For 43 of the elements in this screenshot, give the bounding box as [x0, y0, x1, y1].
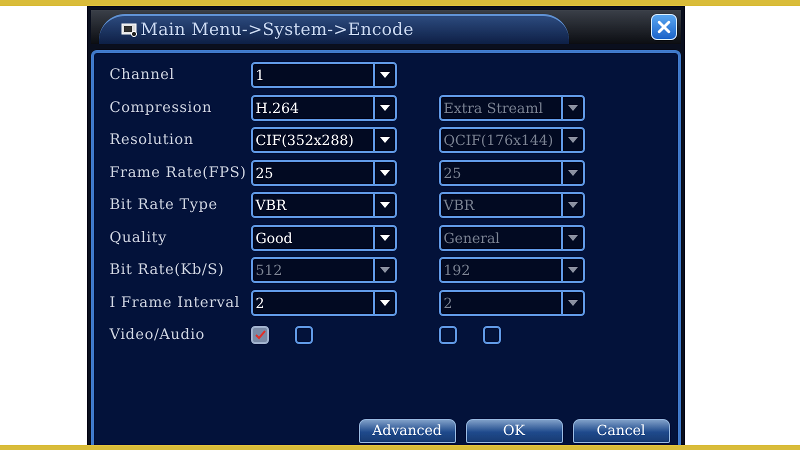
dropdown[interactable]: CIF(352x288): [250, 127, 396, 153]
caret-icon: [380, 170, 390, 176]
caret-icon: [568, 170, 578, 176]
dialog-button[interactable]: Advanced: [358, 419, 456, 443]
field-label: Quality: [110, 230, 168, 246]
field-label: Frame Rate(FPS): [110, 164, 248, 180]
caret-icon: [380, 234, 390, 240]
field-label: Bit Rate Type: [110, 197, 219, 213]
checkbox[interactable]: [482, 326, 500, 344]
caret-icon: [380, 137, 390, 143]
field-label: Bit Rate(Kb/S): [110, 262, 226, 278]
window-title: Main Menu->System->Encode: [140, 20, 414, 40]
caret-icon: [380, 72, 390, 78]
field-label: Video/Audio: [110, 327, 206, 343]
caret-icon: [380, 104, 390, 110]
dropdown[interactable]: Good: [250, 224, 396, 250]
dropdown[interactable]: 2: [250, 290, 396, 316]
dialog-button[interactable]: OK: [466, 419, 562, 443]
dropdown[interactable]: VBR: [250, 192, 396, 218]
field-label: Channel: [110, 67, 176, 83]
caret-icon: [568, 104, 578, 110]
checkbox[interactable]: [250, 326, 268, 344]
checkbox[interactable]: [438, 326, 456, 344]
caret-icon: [568, 300, 578, 306]
checkmark-icon: [254, 329, 266, 341]
caret-icon: [568, 137, 578, 143]
field-label: Compression: [110, 100, 214, 116]
checkbox[interactable]: [294, 326, 312, 344]
close-icon: [656, 19, 672, 35]
dialog-button[interactable]: Cancel: [572, 419, 670, 443]
dropdown[interactable]: 1: [250, 62, 396, 88]
field-label: I Frame Interval: [110, 294, 241, 310]
caret-icon: [568, 234, 578, 240]
dropdown[interactable]: H.264: [250, 94, 396, 120]
caret-icon: [568, 202, 578, 208]
caret-icon: [380, 267, 390, 273]
dropdown[interactable]: 25: [250, 160, 396, 186]
caret-icon: [380, 300, 390, 306]
field-label: Resolution: [110, 132, 195, 148]
monitor-icon: [120, 23, 136, 37]
caret-icon: [380, 202, 390, 208]
caret-icon: [568, 267, 578, 273]
close-button[interactable]: [650, 14, 676, 40]
